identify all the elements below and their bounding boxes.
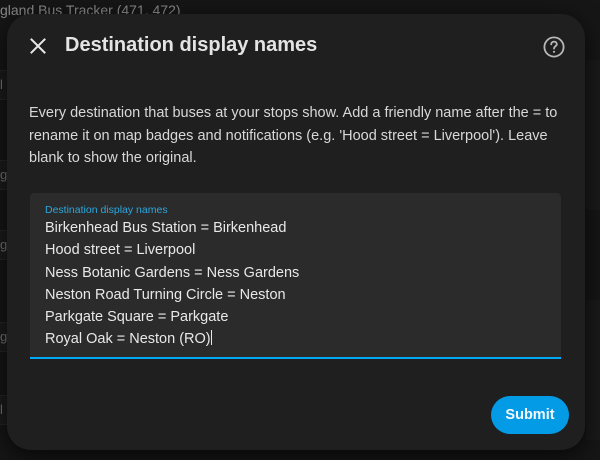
destination-names-dialog: Destination display names Every destinat… [7,14,585,450]
help-circle-icon [543,36,565,58]
submit-button[interactable]: Submit [491,396,569,434]
dialog-title: Destination display names [65,34,318,56]
textarea-value[interactable]: Birkenhead Bus Station = Birkenhead Hood… [45,217,545,351]
help-button[interactable] [541,34,567,60]
close-icon [30,38,46,54]
text-cursor [210,330,212,346]
background-panel-edge [586,60,600,210]
close-button[interactable] [23,31,53,61]
destination-names-textarea[interactable]: Destination display names Birkenhead Bus… [30,193,561,359]
textarea-label: Destination display names [45,204,168,216]
dialog-description: Every destination that buses at your sto… [29,105,558,166]
background-panel-edge [586,300,600,440]
dialog-header: Destination display names [7,14,585,80]
textarea-text: Birkenhead Bus Station = Birkenhead Hood… [45,220,300,348]
